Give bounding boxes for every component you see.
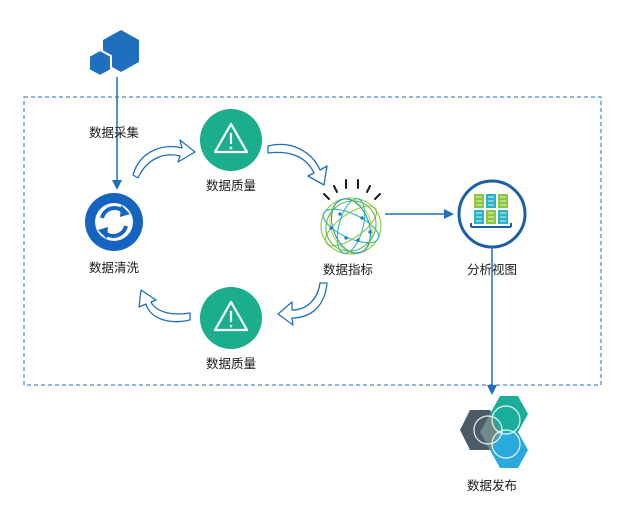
label-quality-bottom: 数据质量: [205, 356, 257, 371]
warning-icon: [200, 109, 262, 171]
curved-arrow-quality-to-clean: [138, 289, 191, 323]
curved-arrow-clean-to-quality: [132, 139, 196, 179]
label-view: 分析视图: [466, 262, 518, 277]
container-view-icon: [457, 179, 527, 249]
label-collect: 数据采集: [88, 125, 140, 140]
blue-hexagons-icon: [88, 30, 139, 78]
refresh-icon: [85, 193, 143, 251]
warning-icon: [200, 287, 262, 349]
label-quality-top: 数据质量: [205, 178, 257, 193]
label-publish: 数据发布: [466, 478, 518, 493]
label-clean: 数据清洗: [88, 260, 140, 275]
data-sphere-icon: [320, 179, 382, 255]
curved-arrow-quality-to-metrics: [267, 143, 328, 186]
label-metrics: 数据指标: [322, 262, 374, 277]
hexagon-cluster-icon: [460, 396, 528, 468]
curved-arrow-metrics-to-quality: [277, 282, 328, 326]
flow-diagram: [23, 30, 602, 468]
